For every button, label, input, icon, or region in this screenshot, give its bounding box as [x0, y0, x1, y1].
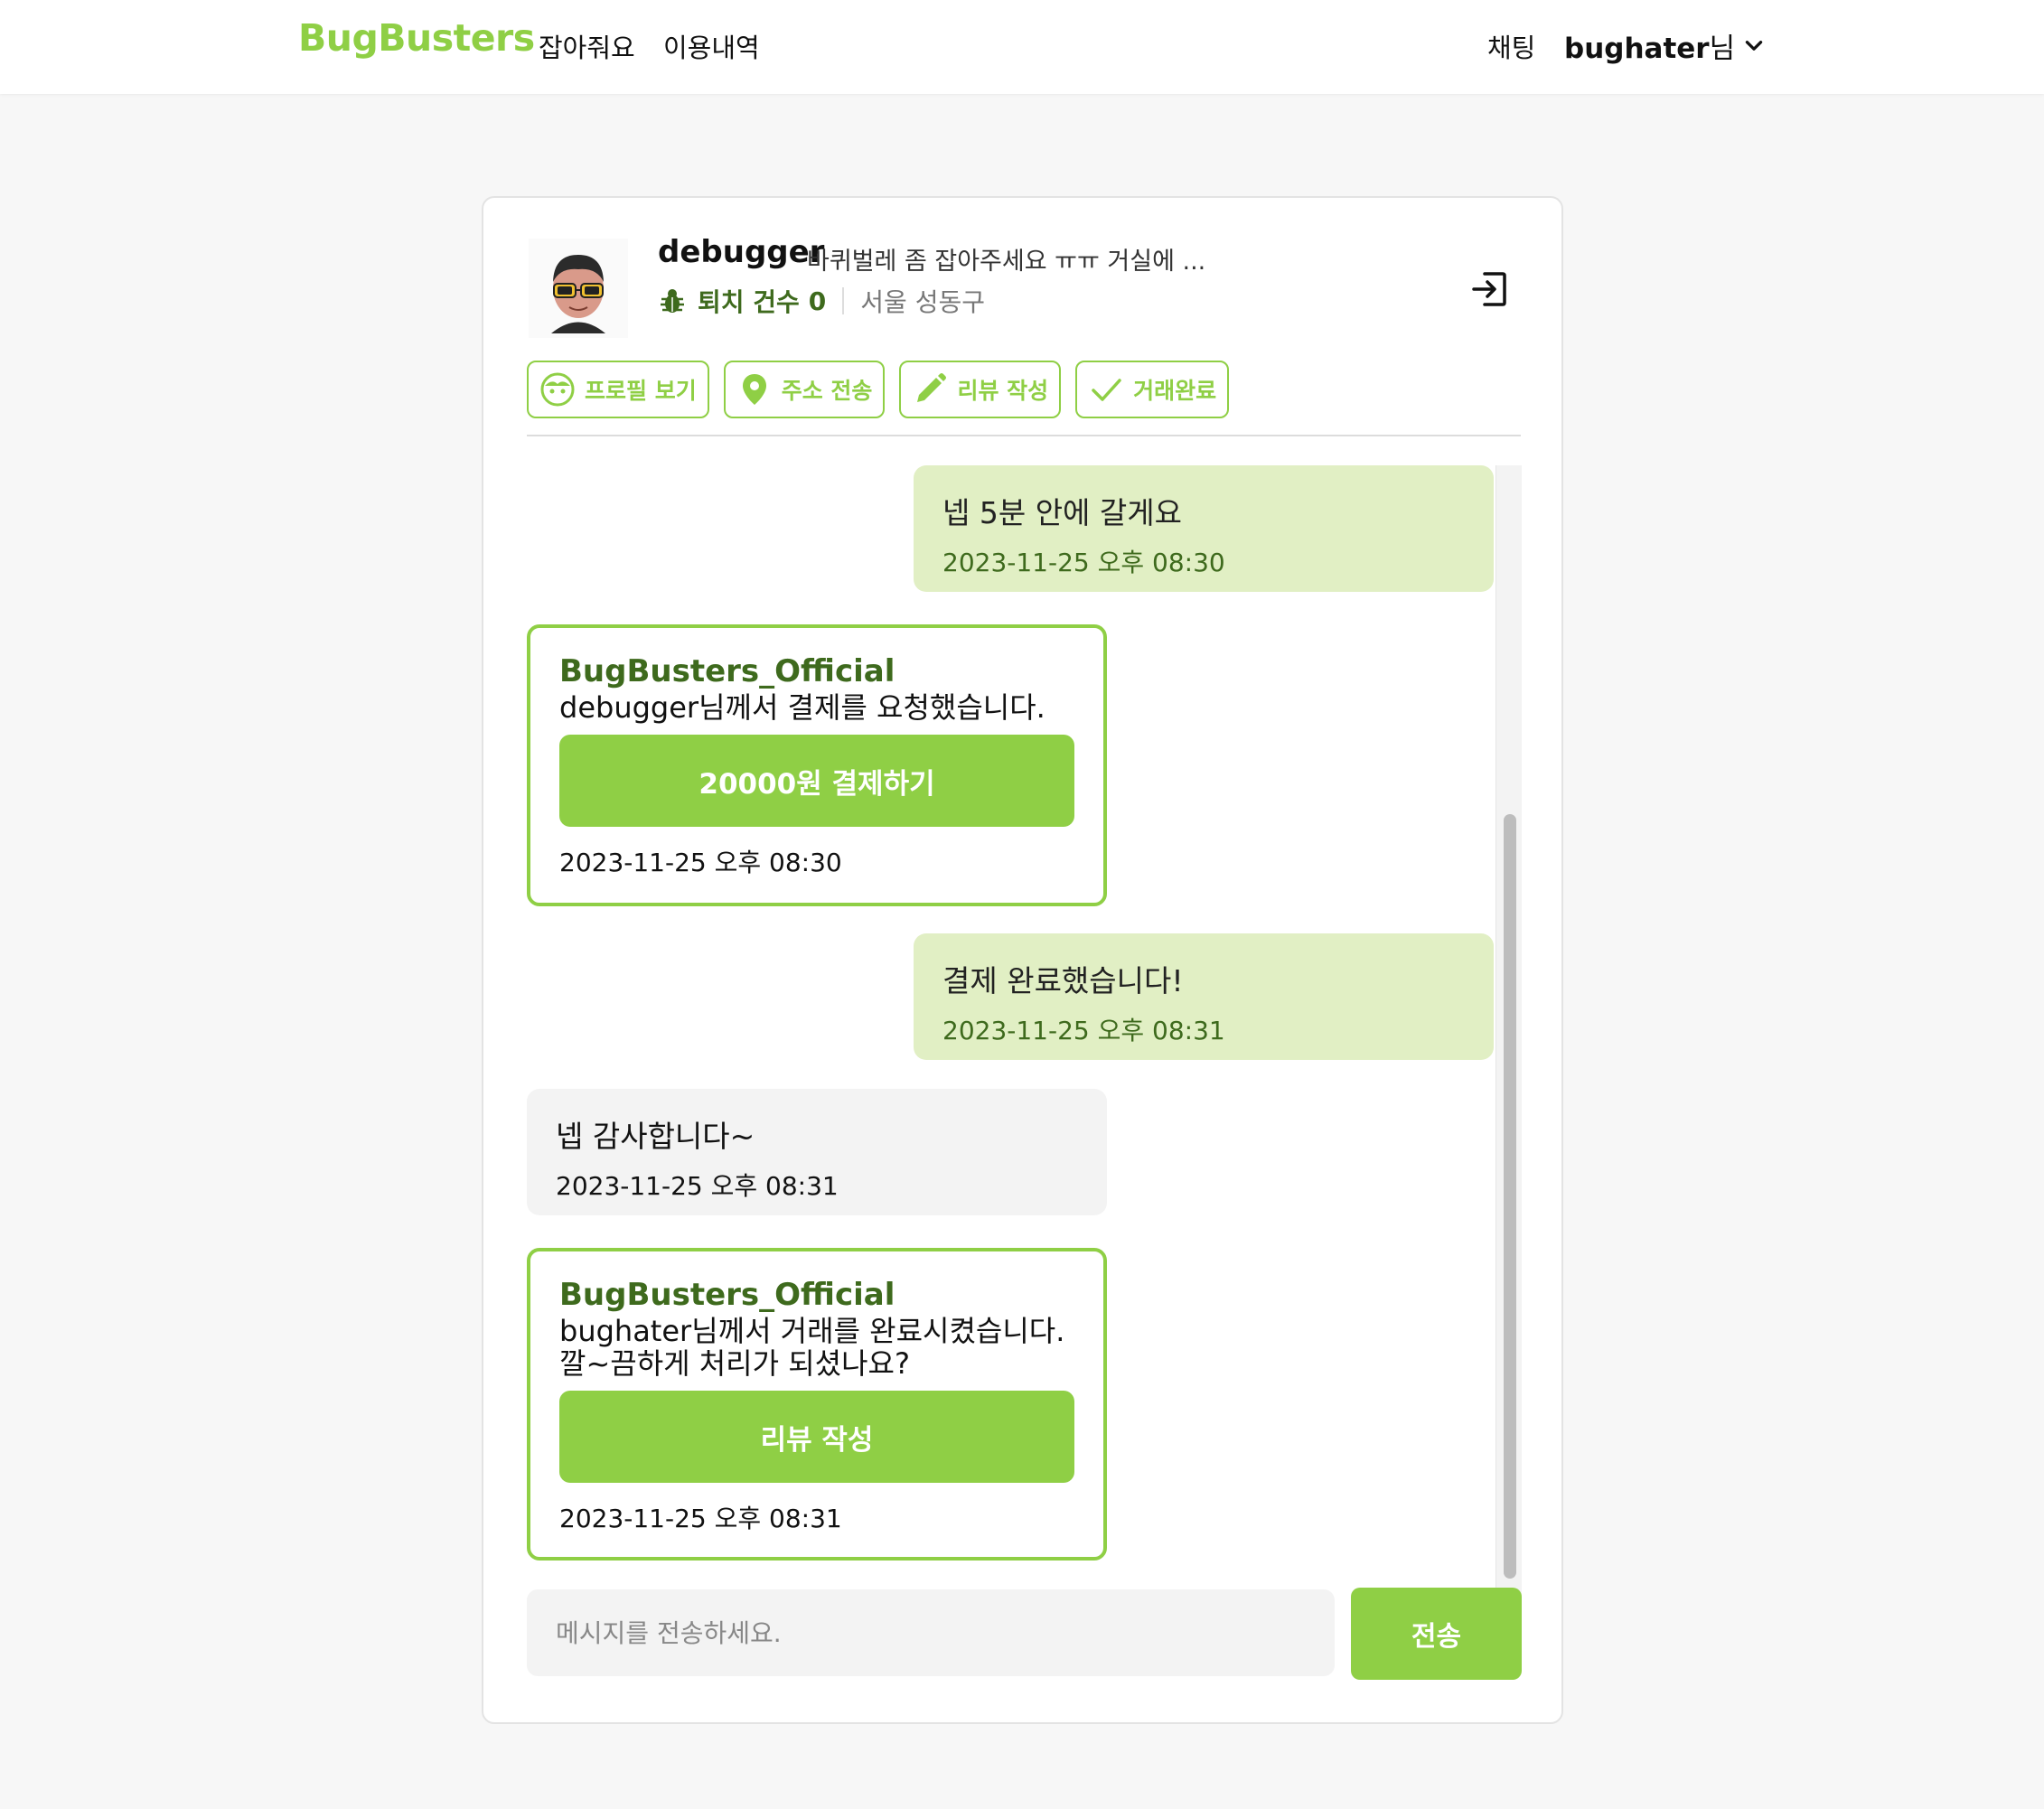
send-address-label: 주소 전송	[781, 378, 873, 404]
leave-chat-icon[interactable]	[1468, 268, 1510, 310]
user-name: bughater	[1564, 33, 1710, 65]
view-profile-button[interactable]: 프로필 보기	[527, 361, 709, 418]
message-time: 2023-11-25 오후 08:30	[942, 548, 1225, 577]
peer-location: 서울 성동구	[860, 287, 985, 317]
brand-logo[interactable]: BugBusters	[298, 16, 535, 60]
chevron-down-icon	[1745, 40, 1763, 51]
message-text: 결제 완료했습니다!	[942, 963, 1184, 998]
scrollbar-thumb[interactable]	[1504, 814, 1516, 1579]
review-button[interactable]: 리뷰 작성	[559, 1391, 1074, 1483]
message-text-line-1: bughater님께서 거래를 완료시켰습니다.	[559, 1314, 1065, 1348]
chat-room-card: debugger 바퀴벌레 좀 잡아주세요 ㅠㅠ 거실에 ... 퇴치 건수 0…	[482, 196, 1563, 1724]
bug-icon	[661, 289, 684, 313]
message-time: 2023-11-25 오후 08:31	[556, 1171, 839, 1201]
catch-count-value: 0	[808, 286, 827, 316]
user-honorific: 님	[1709, 33, 1736, 65]
write-review-label: 리뷰 작성	[957, 378, 1049, 404]
system-deal-complete: BugBusters_Official bughater님께서 거래를 완료시켰…	[527, 1248, 1107, 1561]
message-text: 넵 감사합니다~	[556, 1119, 755, 1154]
message-scrollbar[interactable]	[1495, 465, 1522, 1600]
message-time: 2023-11-25 오후 08:30	[559, 848, 842, 877]
send-button[interactable]: 전송	[1351, 1588, 1522, 1680]
complete-deal-label: 거래완료	[1133, 378, 1217, 404]
my-message: 넵 5분 안에 갈게요 2023-11-25 오후 08:30	[914, 465, 1494, 592]
location-pin-icon	[742, 374, 766, 405]
send-address-button[interactable]: 주소 전송	[723, 361, 886, 418]
message-text: debugger님께서 결제를 요청했습니다.	[559, 690, 1045, 725]
message-input[interactable]	[527, 1589, 1335, 1676]
message-time: 2023-11-25 오후 08:31	[559, 1504, 842, 1533]
my-message: 결제 완료했습니다! 2023-11-25 오후 08:31	[914, 933, 1494, 1060]
request-description: 바퀴벌레 좀 잡아주세요 ㅠㅠ 거실에 ...	[807, 248, 1206, 276]
nav-link-history[interactable]: 이용내역	[663, 27, 760, 65]
chat-action-bar: 프로필 보기 주소 전송 리뷰 작성 거래완료	[527, 361, 1230, 418]
message-time: 2023-11-25 오후 08:31	[942, 1016, 1225, 1045]
message-list[interactable]: 넵 5분 안에 갈게요 2023-11-25 오후 08:30 BugBuste…	[527, 465, 1494, 1600]
complete-deal-button[interactable]: 거래완료	[1075, 361, 1230, 418]
top-navigation-bar: BugBusters 잡아줘요 이용내역 채팅 bughater님	[0, 0, 2044, 94]
header-divider	[527, 435, 1521, 436]
view-profile-label: 프로필 보기	[585, 378, 697, 404]
check-icon	[1092, 379, 1121, 401]
message-text-line-2: 깔~끔하게 처리가 되셨나요?	[559, 1346, 910, 1381]
peer-name: debugger	[658, 234, 825, 270]
pay-button[interactable]: 20000원 결제하기	[559, 735, 1074, 827]
system-payment-request: BugBusters_Official debugger님께서 결제를 요청했습…	[527, 624, 1107, 906]
pencil-icon	[917, 373, 947, 402]
peer-avatar[interactable]	[529, 239, 628, 338]
nav-link-chat[interactable]: 채팅	[1487, 27, 1535, 65]
write-review-button[interactable]: 리뷰 작성	[899, 361, 1062, 418]
nav-link-request[interactable]: 잡아줘요	[539, 27, 635, 65]
system-sender: BugBusters_Official	[559, 653, 895, 689]
user-menu[interactable]: bughater님	[1564, 25, 1766, 66]
peer-stats: 퇴치 건수 0 서울 성동구	[658, 283, 985, 319]
peer-message: 넵 감사합니다~ 2023-11-25 오후 08:31	[527, 1089, 1107, 1215]
catch-count-label: 퇴치 건수	[698, 287, 800, 317]
face-icon	[540, 372, 575, 407]
divider	[842, 287, 845, 314]
message-text: 넵 5분 안에 갈게요	[942, 495, 1182, 530]
system-sender: BugBusters_Official	[559, 1277, 895, 1313]
